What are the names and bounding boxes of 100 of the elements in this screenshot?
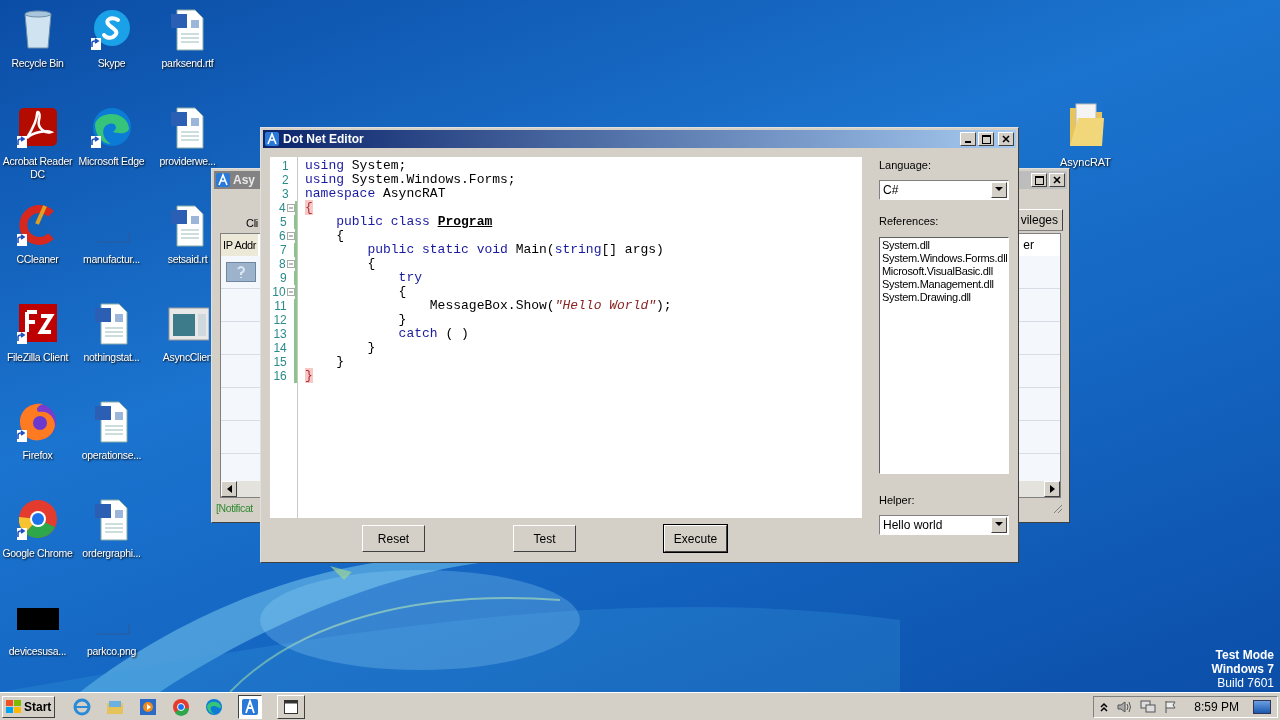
system-notice-text: Build 7601: [1217, 676, 1274, 690]
code-line: }: [397, 313, 408, 327]
speaker-icon[interactable]: [1116, 699, 1133, 714]
line-number: 1: [280, 159, 289, 173]
status-text: [Notificat: [216, 501, 253, 517]
line-number: 16: [272, 369, 287, 383]
system-notice-text: Windows 7: [1211, 662, 1274, 676]
maximize-button[interactable]: [978, 132, 994, 146]
code-line: }: [335, 355, 345, 369]
icon-label: Acrobat Reader DC: [1, 155, 74, 181]
minimize-button[interactable]: [960, 132, 976, 146]
list-item[interactable]: System.Management.dll: [882, 278, 1008, 291]
code-line: public class Program: [335, 215, 494, 229]
icon-label: AsyncClien: [162, 351, 213, 364]
line-number: 5: [279, 215, 287, 229]
show-desktop-button[interactable]: [1253, 699, 1271, 714]
windows-logo-icon: [6, 699, 22, 714]
line-number: 13: [272, 327, 287, 341]
code-line: using System;: [305, 159, 408, 173]
clock[interactable]: 8:59 PM: [1194, 697, 1239, 716]
action-button[interactable]: Execute: [664, 525, 727, 552]
line-number: 3: [280, 187, 289, 201]
chevron-up-icon[interactable]: [1100, 701, 1109, 712]
line-number: 9: [279, 271, 287, 285]
left-arrow-icon[interactable]: [226, 485, 232, 493]
list-item[interactable]: Microsoft.VisualBasic.dll: [882, 265, 1008, 278]
icon-label: parkco.png: [87, 645, 136, 658]
field-label: Helper:: [879, 493, 916, 508]
icon-label: Google Chrome: [2, 547, 73, 560]
field-label: References:: [879, 213, 940, 229]
flag-icon[interactable]: [1164, 699, 1179, 714]
icon-label: Skype: [97, 57, 126, 70]
media-player-icon[interactable]: [139, 697, 158, 716]
maximize-icon: [1034, 175, 1044, 185]
maximize-icon: [981, 134, 991, 144]
window-title: Asy: [233, 172, 255, 189]
app-icon: [242, 698, 259, 715]
scroll-left-button[interactable]: [221, 481, 237, 497]
code-line: try: [397, 271, 424, 285]
maximize-button[interactable]: [1031, 173, 1047, 187]
icon-label: Firefox: [22, 449, 53, 462]
app-icon: [265, 132, 279, 146]
action-button[interactable]: Test: [513, 525, 576, 552]
browser-icon[interactable]: [205, 697, 224, 716]
code-line: catch ( ): [397, 327, 470, 341]
icon-label: nothingstat...: [83, 351, 140, 364]
field-label: Language:: [879, 158, 932, 173]
icon-label: Microsoft Edge: [78, 155, 145, 168]
right-arrow-icon[interactable]: [1049, 485, 1055, 493]
taskbar-app-button[interactable]: [238, 694, 263, 719]
column-header[interactable]: er: [1023, 236, 1034, 254]
tab[interactable]: Cli: [246, 214, 258, 231]
window-icon: [284, 699, 299, 714]
close-icon: [1002, 135, 1010, 143]
icon-label: FileZilla Client: [6, 351, 69, 364]
code-line: namespace AsyncRAT: [305, 187, 447, 201]
icon-label: providerwe...: [159, 155, 216, 168]
line-number: 14: [272, 341, 287, 355]
system-notice-text: Test Mode: [1215, 648, 1274, 662]
line-number: 2: [280, 173, 289, 187]
line-number: 10: [271, 285, 286, 299]
icon-label: manufactur...: [83, 253, 140, 266]
close-button[interactable]: [998, 132, 1014, 146]
column-header[interactable]: IP Addr: [221, 234, 259, 256]
close-icon: [1053, 176, 1061, 184]
icon-label: ordergraphi...: [82, 547, 141, 560]
browser-icon[interactable]: [172, 697, 191, 716]
network-icon[interactable]: [1140, 699, 1157, 714]
code-line: using System.Windows.Forms;: [305, 173, 517, 187]
icon-label: devicesusa...: [8, 645, 67, 658]
code-line: }: [366, 341, 377, 355]
helper-select[interactable]: Hello world: [879, 514, 1009, 535]
scroll-right-button[interactable]: [1044, 481, 1060, 497]
code-line: {: [366, 257, 377, 271]
line-number: 7: [279, 243, 287, 257]
line-number: 11: [273, 299, 287, 313]
window-title: Dot Net Editor: [283, 131, 364, 148]
line-number: 4: [277, 201, 286, 215]
help-icon: [226, 262, 256, 282]
code-line: {: [335, 229, 345, 243]
icon-label: operationse...: [81, 449, 142, 462]
list-item[interactable]: System.Windows.Forms.dll: [882, 252, 1008, 265]
icon-label: CCleaner: [16, 253, 59, 266]
start-button[interactable]: Start: [2, 695, 56, 718]
references-list[interactable]: System.dll System.Windows.Forms.dll Microsoft.VisualBasic.dll System.Management.dll System.Drawing.dll: [879, 237, 1009, 474]
close-button[interactable]: [1049, 173, 1065, 187]
list-item[interactable]: System.dll: [882, 239, 1008, 252]
icon-label: setsaid.rt: [167, 253, 208, 266]
line-number: 12: [272, 313, 287, 327]
language-select[interactable]: C#: [879, 179, 1009, 200]
icon-label: Recycle Bin: [11, 57, 64, 70]
code-line: public static void Main(string[] args): [366, 243, 665, 257]
line-number: 8: [277, 257, 286, 271]
action-button[interactable]: Reset: [362, 525, 425, 552]
line-number: 6: [277, 229, 286, 243]
code-line: {: [397, 285, 408, 299]
code-line: MessageBox.Show("Hello World");: [428, 299, 672, 313]
list-item[interactable]: System.Drawing.dll: [882, 291, 1008, 304]
line-number: 15: [272, 355, 287, 369]
resize-grip-icon[interactable]: [1053, 504, 1063, 514]
